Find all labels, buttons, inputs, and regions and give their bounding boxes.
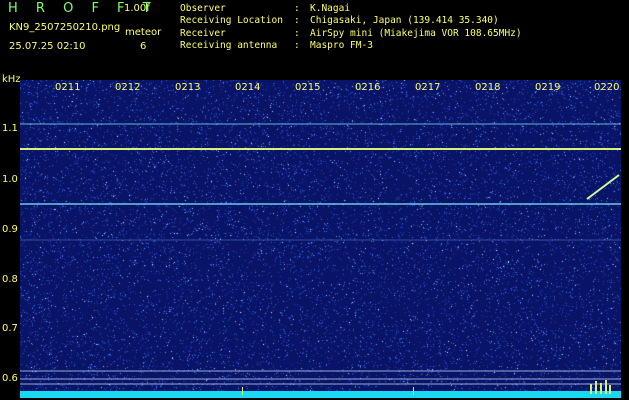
signal-baseline	[20, 391, 621, 398]
time-tick-label: 0219	[535, 82, 561, 93]
info-row-antenna: Receiving antenna: Maspro FM-3	[180, 39, 373, 51]
time-tick-label: 0213	[175, 82, 201, 93]
version-label: 1.00f	[124, 3, 150, 14]
meteor-count-value: 6	[140, 41, 147, 52]
info-row-observer: Observer: K.Nagai	[180, 3, 351, 14]
info-row-location: Receiving Location: Chigasaki, Japan (139…	[180, 15, 499, 27]
time-tick-label: 0218	[475, 82, 501, 93]
y-tick-label: 0.6	[2, 373, 18, 384]
time-tick-label: 0217	[415, 82, 441, 93]
time-tick-label: 0214	[235, 82, 261, 93]
info-row-receiver: Receiver: AirSpy mini (Miakejima VOR 108.…	[180, 27, 522, 39]
time-tick-label: 0220	[594, 82, 620, 93]
y-tick-label: 1.0	[2, 174, 18, 185]
time-tick-label: 0211	[55, 82, 81, 93]
y-tick-label: 0.7	[2, 323, 18, 334]
meteor-echo	[586, 174, 620, 200]
datetime-label: 25.07.25 02:10	[9, 41, 86, 52]
y-tick-label: 0.9	[2, 224, 18, 235]
y-tick-label: 0.8	[2, 274, 18, 285]
time-tick-label: 0216	[355, 82, 381, 93]
time-tick-label: 0215	[295, 82, 321, 93]
time-tick-label: 0212	[115, 82, 141, 93]
spectrogram-plot	[20, 80, 621, 398]
meteor-count-label: meteor	[125, 27, 162, 38]
filename-label: KN9_2507250210.png	[9, 22, 121, 33]
header-panel: H R O F F T 1.00f KN9_2507250210.png met…	[0, 0, 629, 80]
y-tick-label: 1.1	[2, 123, 18, 134]
frequency-unit-label: kHz	[2, 74, 21, 85]
spectrogram-overlay	[20, 123, 621, 398]
observation-info: Observer: K.Nagai Receiving Location: Chig…	[180, 3, 522, 52]
